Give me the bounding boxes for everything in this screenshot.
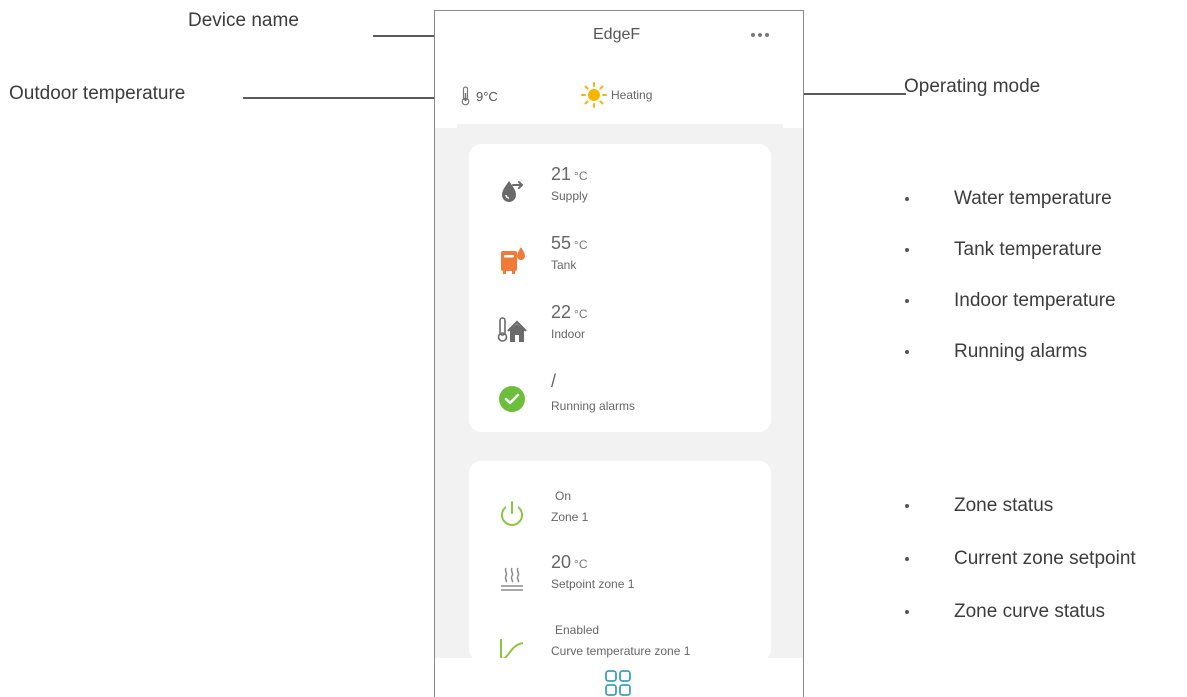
- thermometer-icon: [461, 86, 470, 106]
- zone-status-row[interactable]: On Zone 1: [469, 485, 771, 545]
- annotation-device-name: Device name: [188, 10, 299, 31]
- tank-value: 55 °C: [551, 233, 588, 253]
- annotation-item: Current zone setpoint: [900, 548, 1136, 601]
- outdoor-temperature: 9°C: [461, 85, 498, 107]
- device-name: EdgeF: [593, 26, 641, 43]
- outdoor-temperature-value: 9°C: [476, 88, 498, 104]
- alarms-row[interactable]: / Running alarms: [469, 369, 771, 429]
- status-annotation-list: Water temperature Tank temperature Indoo…: [900, 188, 1116, 392]
- water-tank-icon: [501, 247, 525, 274]
- zone-setpoint-value: 20 °C: [551, 552, 588, 572]
- sun-icon: [581, 82, 607, 108]
- annotation-outdoor-temperature-line: [243, 97, 440, 99]
- supply-label: Supply: [551, 189, 588, 203]
- status-card: 21 °C Supply 55 °C Tank 22 °C Indoor / R…: [469, 144, 771, 432]
- indoor-row[interactable]: 22 °C Indoor: [469, 300, 771, 360]
- operating-mode[interactable]: Heating: [581, 82, 652, 108]
- bottom-navigation: [435, 658, 803, 697]
- zone-annotation-list: Zone status Current zone setpoint Zone c…: [900, 495, 1136, 654]
- curve-icon: [500, 639, 524, 661]
- zone-curve-row[interactable]: Enabled Curve temperature zone 1: [469, 619, 771, 661]
- annotation-operating-mode: Operating mode: [904, 76, 1041, 97]
- indoor-value: 22 °C: [551, 302, 588, 322]
- more-dots-icon[interactable]: [751, 26, 775, 44]
- zone-status-value: On: [555, 489, 572, 503]
- power-icon: [501, 501, 523, 526]
- zone-curve-label: Curve temperature zone 1: [551, 644, 691, 658]
- alarms-value: /: [551, 371, 557, 391]
- annotation-item: Running alarms: [900, 341, 1116, 392]
- zone-setpoint-row[interactable]: 20 °C Setpoint zone 1: [469, 550, 771, 610]
- check-circle-icon: [499, 386, 525, 412]
- water-drop-arrow-icon: [502, 181, 524, 202]
- zone-status-label: Zone 1: [551, 510, 589, 524]
- app-screen: EdgeF 9°C Heating 21 °C Supply 55 °C Tan…: [434, 10, 804, 697]
- zone-curve-value: Enabled: [555, 623, 600, 637]
- tank-row[interactable]: 55 °C Tank: [469, 231, 771, 291]
- annotation-item: Water temperature: [900, 188, 1116, 239]
- alarms-label: Running alarms: [551, 399, 636, 413]
- heating-waves-icon: [501, 567, 523, 591]
- annotation-item: Indoor temperature: [900, 290, 1116, 341]
- indoor-label: Indoor: [551, 327, 586, 341]
- dashboard-content: 21 °C Supply 55 °C Tank 22 °C Indoor / R…: [435, 128, 803, 661]
- zone-card: On Zone 1 20 °C Setpoint zone 1 Enabled …: [469, 461, 771, 661]
- house-thermometer-icon: [497, 317, 527, 342]
- tank-label: Tank: [551, 258, 577, 272]
- zone-setpoint-label: Setpoint zone 1: [551, 577, 635, 591]
- supply-value: 21 °C: [551, 164, 588, 184]
- annotation-item: Tank temperature: [900, 239, 1116, 290]
- supply-row[interactable]: 21 °C Supply: [469, 162, 771, 222]
- annotation-item: Zone status: [900, 495, 1136, 548]
- operating-mode-label: Heating: [611, 88, 653, 102]
- grid-icon[interactable]: [603, 668, 633, 697]
- annotation-outdoor-temperature: Outdoor temperature: [9, 83, 186, 104]
- annotation-item: Zone curve status: [900, 601, 1136, 654]
